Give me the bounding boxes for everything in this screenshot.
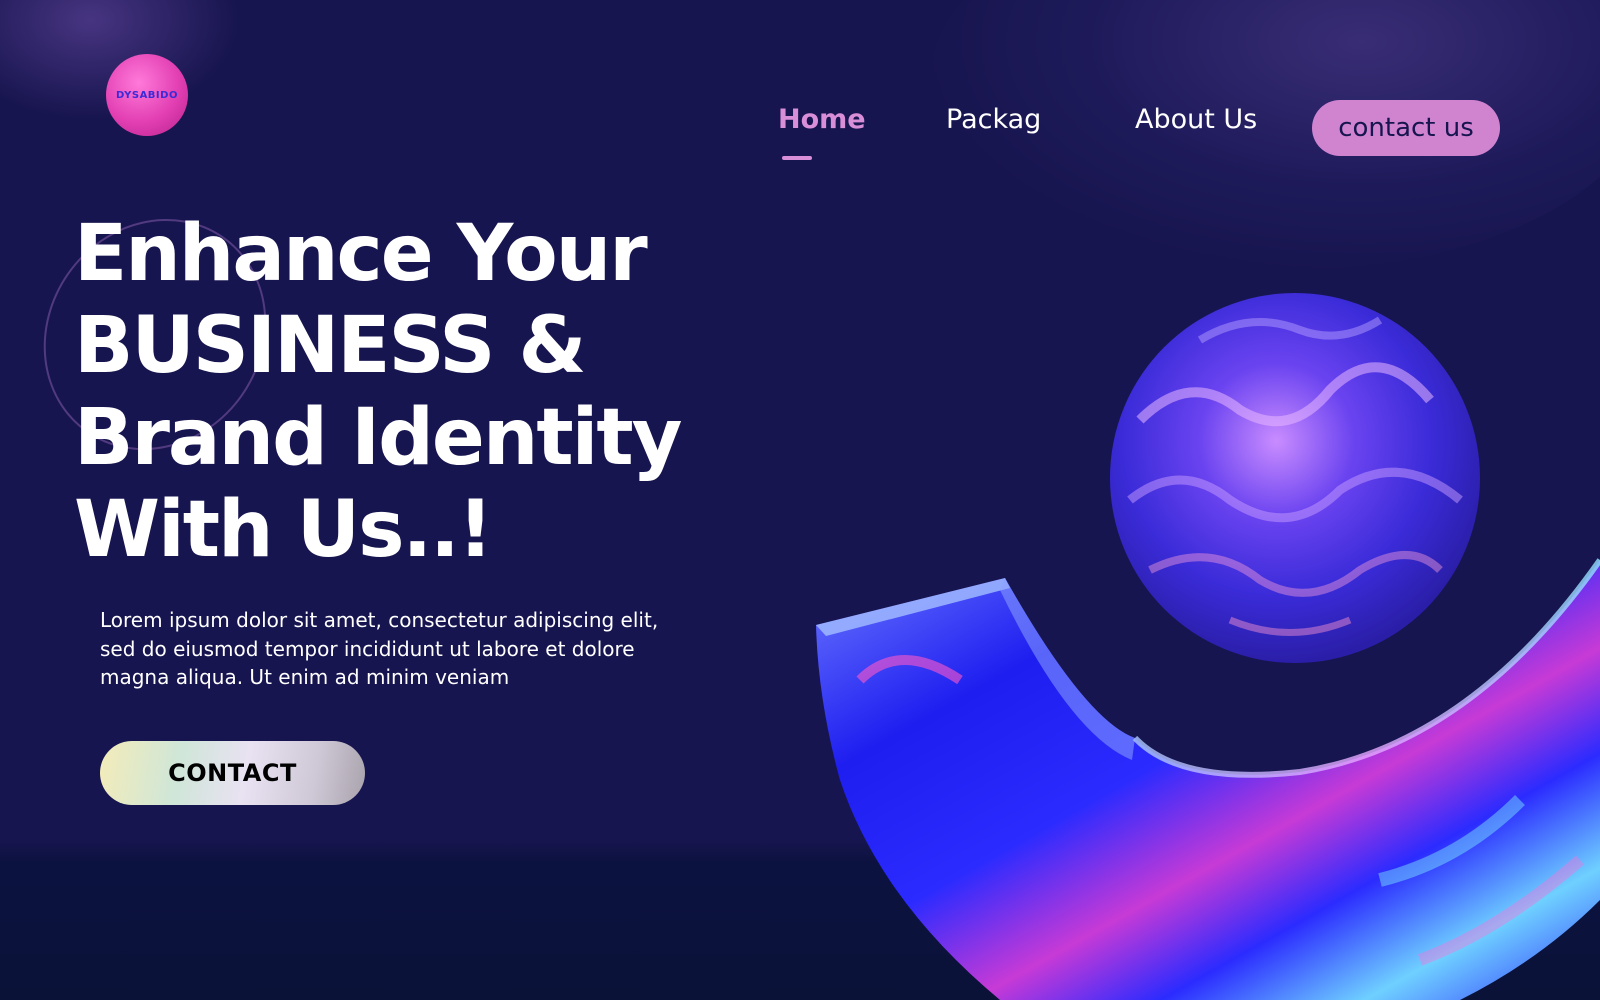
wavy-sphere-shape bbox=[1110, 293, 1480, 663]
nav-about-us-link[interactable]: About Us bbox=[1135, 104, 1257, 135]
nav-packag-link[interactable]: Packag bbox=[946, 104, 1041, 135]
hero-title-line: With Us..! bbox=[74, 485, 493, 575]
brand-logo-text: DYSABIDO bbox=[116, 89, 178, 101]
hero-description: Lorem ipsum dolor sit amet, consectetur … bbox=[100, 606, 700, 692]
brand-logo[interactable]: DYSABIDO bbox=[106, 54, 188, 136]
hero-description-line: Lorem ipsum dolor sit amet, consectetur … bbox=[100, 608, 659, 632]
hero-title: Enhance Your BUSINESS & Brand Identity W… bbox=[74, 208, 794, 576]
nav-active-indicator bbox=[782, 156, 812, 160]
hero-description-line: sed do eiusmod tempor incididunt ut labo… bbox=[100, 636, 635, 661]
hero-description-line: magna aliqua. Ut enim ad minim veniam bbox=[100, 665, 510, 689]
nav-home-link[interactable]: Home bbox=[778, 104, 866, 135]
hero-contact-button[interactable]: CONTACT bbox=[100, 741, 365, 805]
hero-title-line: Enhance Your bbox=[74, 209, 648, 299]
hero-title-line: Brand Identity bbox=[74, 393, 683, 483]
landing-page: DYSABIDO Home Packag About Us contact us… bbox=[0, 0, 1600, 1000]
hero-title-line: BUSINESS & bbox=[74, 301, 587, 391]
nav-contact-us-button[interactable]: contact us bbox=[1312, 100, 1500, 156]
